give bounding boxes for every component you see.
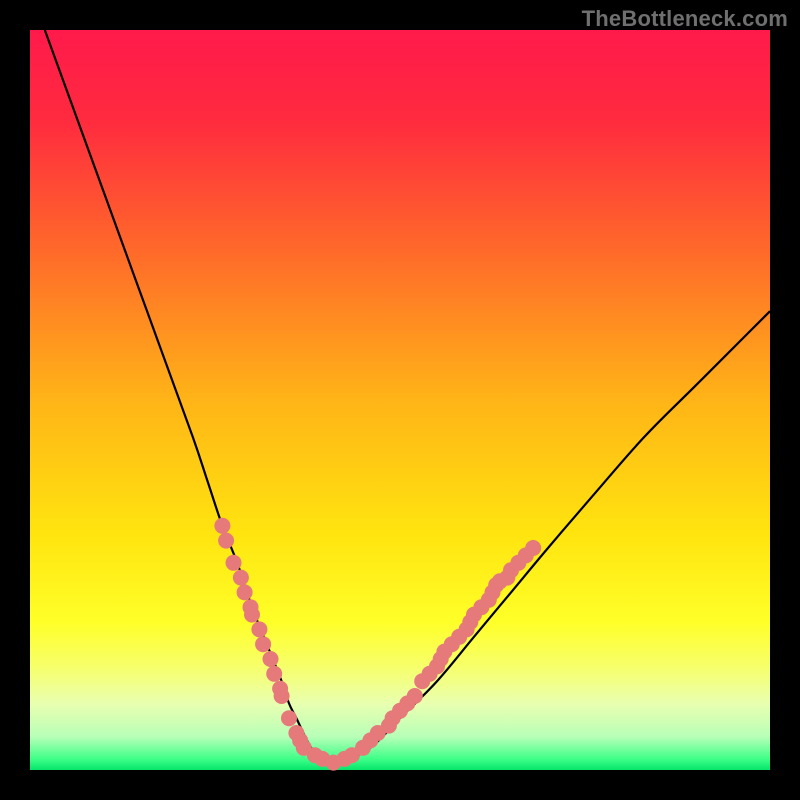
- curve-dot: [237, 584, 253, 600]
- curve-dot: [274, 688, 290, 704]
- curve-dot: [218, 533, 234, 549]
- curve-dot: [525, 540, 541, 556]
- curve-dot: [251, 621, 267, 637]
- curve-dot: [255, 636, 271, 652]
- curve-dot: [281, 710, 297, 726]
- plot-area: [30, 30, 770, 770]
- curve-dot: [214, 518, 230, 534]
- chart-frame: TheBottleneck.com: [0, 0, 800, 800]
- watermark-text: TheBottleneck.com: [582, 6, 788, 32]
- curve-dot: [226, 555, 242, 571]
- curve-dot: [263, 651, 279, 667]
- curve-dot: [266, 666, 282, 682]
- bottleneck-chart: [0, 0, 800, 800]
- curve-dot: [233, 570, 249, 586]
- curve-dot: [407, 688, 423, 704]
- curve-dot: [244, 607, 260, 623]
